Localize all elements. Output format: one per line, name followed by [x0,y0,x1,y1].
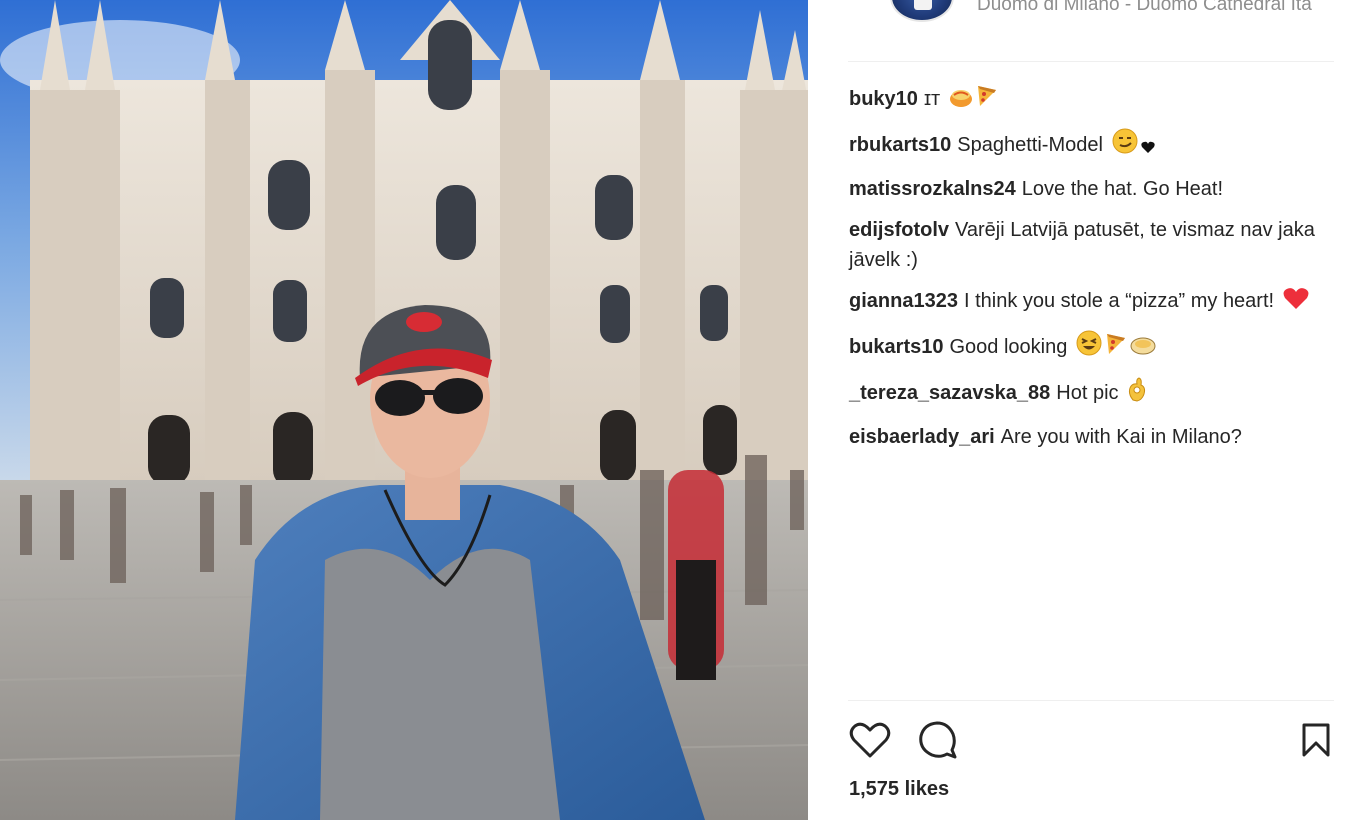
comment-text: I think you stole a “pizza” my heart! [963,290,1275,312]
comment-username[interactable]: matissrozkalns24 [849,178,1016,200]
comment-username[interactable]: _tereza_sazavska_88 [849,382,1050,404]
photo-illustration [0,0,808,820]
comment-item: bukarts10 Good looking [849,330,1319,365]
post-actions [848,718,1334,762]
heart-outline-icon[interactable] [848,718,892,762]
post-header: Duomo di Milano - Duomo Cathedral Ita [848,0,1334,62]
post-photo[interactable] [0,0,808,820]
comment-item: rbukarts10 Spaghetti-Model [849,128,1319,163]
post-sidebar: Duomo di Milano - Duomo Cathedral Ita bu… [808,0,1370,820]
pizza-icon [976,84,998,117]
comment-text: ɪᴛ [923,88,941,110]
laughing-face-icon [1076,330,1102,365]
comment-item: _tereza_sazavska_88 Hot pic [849,376,1319,411]
comment-bubble-icon[interactable] [916,718,960,762]
likes-count[interactable]: 1,575 likes [849,778,949,801]
comment-username[interactable]: rbukarts10 [849,134,951,156]
comment-item: gianna1323 I think you stole a “pizza” my… [849,286,1319,319]
smirk-face-icon [1112,128,1138,163]
location-link[interactable]: Duomo di Milano - Duomo Cathedral Ita [977,0,1312,16]
comment-text: Hot pic [1056,382,1119,404]
comment-username[interactable]: eisbaerlady_ari [849,426,995,448]
comments-list: buky10 ɪᴛ rbukarts10 Spaghetti-Model matis… [849,84,1319,463]
comment-text: Love the hat. Go Heat! [1021,178,1224,200]
comment-text: Good looking [949,336,1068,358]
heart-red-icon [1283,287,1309,319]
comment-item: edijsfotolv Varēji Latvijā patusēt, te vi… [849,215,1319,275]
avatar[interactable] [890,0,954,22]
comment-username[interactable]: edijsfotolv [849,219,949,241]
heart-black-icon [1140,133,1155,163]
comment-item: matissrozkalns24 Love the hat. Go Heat! [849,174,1319,204]
bowl-icon [949,86,973,117]
ok-hand-icon [1127,376,1147,411]
pizza-icon [1105,332,1127,365]
bowl-icon [1130,334,1156,365]
comment-username[interactable]: bukarts10 [849,336,944,358]
comment-item: buky10 ɪᴛ [849,84,1319,117]
comment-username[interactable]: gianna1323 [849,290,958,312]
actions-divider [848,700,1334,701]
bookmark-icon[interactable] [1294,718,1338,762]
comment-username[interactable]: buky10 [849,88,918,110]
comment-text: Spaghetti-Model [957,134,1103,156]
comment-text: Are you with Kai in Milano? [1000,426,1242,448]
comment-item: eisbaerlady_ari Are you with Kai in Milan… [849,422,1319,452]
